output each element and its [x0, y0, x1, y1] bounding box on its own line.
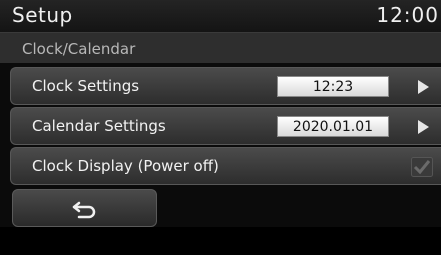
section-header: Clock/Calendar	[0, 33, 441, 63]
calendar-settings-value: 2020.01.01	[277, 116, 389, 137]
checkmark-icon[interactable]	[411, 157, 433, 177]
back-button[interactable]	[12, 189, 157, 227]
chevron-right-icon	[418, 120, 429, 134]
clock-display: 12:00	[376, 3, 439, 27]
calendar-settings-row[interactable]: Calendar Settings 2020.01.01	[10, 107, 441, 145]
setup-screen: Setup 12:00 Clock/Calendar Clock Setting…	[0, 0, 441, 255]
back-arrow-icon	[72, 201, 96, 219]
clock-display-power-off-label: Clock Display (Power off)	[32, 157, 219, 175]
calendar-settings-label: Calendar Settings	[32, 117, 166, 135]
clock-settings-value: 12:23	[277, 76, 389, 97]
page-title: Setup	[12, 3, 73, 27]
title-bar: Setup 12:00	[0, 0, 441, 33]
clock-display-power-off-row[interactable]: Clock Display (Power off)	[10, 147, 441, 185]
section-title: Clock/Calendar	[22, 40, 136, 58]
clock-settings-row[interactable]: Clock Settings 12:23	[10, 67, 441, 105]
chevron-right-icon	[418, 80, 429, 94]
clock-settings-label: Clock Settings	[32, 77, 140, 95]
bottom-bar	[0, 227, 441, 255]
